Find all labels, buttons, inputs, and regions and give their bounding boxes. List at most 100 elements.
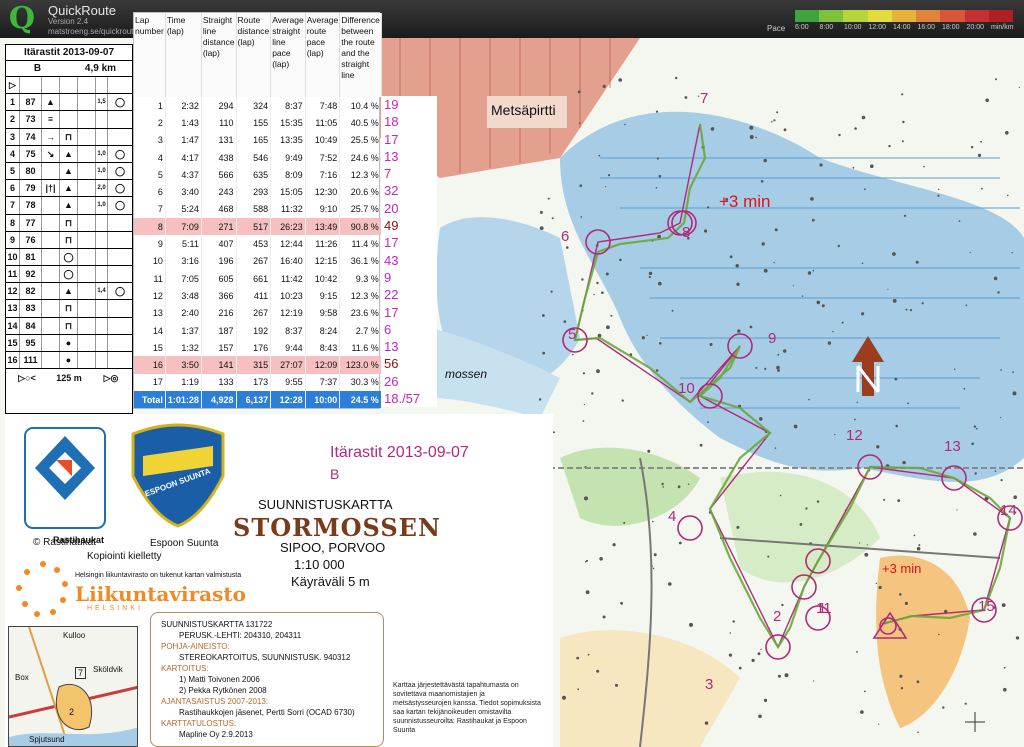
lap-row[interactable]: 16 3:50 141 315 27:07 12:09 123.0 % <box>134 356 382 374</box>
lap-row[interactable]: 12 3:48 366 411 10:23 9:15 12.3 % <box>134 287 382 305</box>
lap-total-diff: 24.5 % <box>339 391 382 409</box>
lap-cell-sl-pace: 15:05 <box>270 183 306 201</box>
lap-cell-time: 1:37 <box>165 321 202 340</box>
card-cell: ▲ <box>42 94 60 111</box>
card-cell <box>96 352 108 369</box>
lap-column-header[interactable]: Difference between the route and the str… <box>339 13 382 97</box>
app-url[interactable]: matstroeng.se/quickroute <box>48 27 138 36</box>
lap-total-r-pace: 10:00 <box>305 391 341 409</box>
lap-row[interactable]: 13 2:40 216 267 12:19 9:58 23.6 % <box>134 304 382 322</box>
lap-row[interactable]: 7 5:24 468 588 11:32 9:10 25.7 % <box>134 200 382 219</box>
lap-total-row[interactable]: Total 1:01:28 4,928 6,137 12:28 10:00 24.5 % <box>134 391 382 409</box>
lap-column-header[interactable]: Average straight line pace (lap) <box>270 13 306 97</box>
credit-line: AJANTASAISTUS 2007-2013: <box>161 697 269 706</box>
lap-row[interactable]: 8 7:09 271 517 26:23 13:49 90.8 % <box>134 218 382 236</box>
card-cell: 75 <box>20 145 42 162</box>
card-control-row: 7 78 ▲ 1,0 ◯ <box>6 197 132 215</box>
card-cell: ◯ <box>114 183 126 194</box>
card-cell <box>78 94 96 111</box>
card-control-row: 16 111 ● <box>6 352 132 370</box>
card-cell <box>108 215 132 231</box>
lap-row[interactable]: 4 4:17 438 546 9:49 7:52 24.6 % <box>134 148 382 167</box>
lap-cell-sl-pace: 9:44 <box>270 339 306 357</box>
card-cell: 13 <box>6 300 20 317</box>
card-cell <box>78 248 96 266</box>
lap-cell-route: 173 <box>236 373 272 392</box>
card-cell: 14 <box>6 317 20 334</box>
card-cell: 81 <box>20 248 42 266</box>
lap-column-header[interactable]: Lap number <box>134 13 166 97</box>
card-cell <box>78 145 96 162</box>
lap-placement: 43 <box>384 252 399 268</box>
lap-row[interactable]: 14 1:37 187 192 8:37 8:24 2.7 % <box>134 321 382 340</box>
inset-label-box: Box <box>15 673 29 682</box>
lap-cell-sl-pace: 8:09 <box>270 166 306 184</box>
lap-column-header[interactable]: Time (lap) <box>165 13 202 97</box>
card-control-row: 3 74 → ⊓ <box>6 128 132 146</box>
card-cell: 6 <box>6 180 20 197</box>
lap-placement: 20 <box>384 200 399 216</box>
lap-cell-straight: 566 <box>201 166 237 184</box>
card-cell: ◯ <box>114 286 126 297</box>
app-version: Version 2.4 <box>48 17 89 26</box>
card-cell: 1 <box>6 94 20 111</box>
credit-line: KARTOITUS: <box>161 664 209 673</box>
card-control-row: 9 76 ⊓ <box>6 231 132 249</box>
card-cell <box>42 352 60 369</box>
lap-cell-straight: 438 <box>201 148 237 167</box>
card-cell: 16 <box>6 352 20 369</box>
lap-cell-straight: 243 <box>201 183 237 201</box>
inset-label-skoldvik: Sköldvik <box>93 665 123 674</box>
lap-placement: 9 <box>384 269 392 285</box>
lap-cell-time: 1:47 <box>165 131 202 149</box>
card-cell <box>78 128 96 145</box>
pace-color-swatch <box>819 10 844 22</box>
lap-cell-route: 661 <box>236 269 272 288</box>
app-name: QuickRoute <box>48 3 116 18</box>
lap-row[interactable]: 10 3:16 196 267 16:40 12:15 36.1 % <box>134 252 382 270</box>
pace-color-swatch <box>795 10 820 22</box>
control-number: 12 <box>846 427 863 444</box>
lap-cell-route: 192 <box>236 321 272 340</box>
card-cell <box>78 266 96 283</box>
lap-row[interactable]: 1 2:32 294 324 8:37 7:48 10.4 % <box>134 97 382 115</box>
card-cell: ● <box>60 334 78 351</box>
lap-column-header[interactable]: Average route pace (lap) <box>305 13 341 97</box>
lap-row[interactable]: 17 1:19 133 173 9:55 7:37 30.3 % <box>134 373 382 392</box>
card-control-row: 10 81 ◯ <box>6 248 132 267</box>
card-cell <box>96 317 108 334</box>
card-cell <box>78 283 96 300</box>
inset-label-spjutsund: Spjutsund <box>29 735 65 744</box>
lap-row[interactable]: 6 3:40 243 293 15:05 12:30 20.6 % <box>134 183 382 201</box>
lap-cell-straight: 157 <box>201 339 237 357</box>
lap-column-header[interactable]: Route distance (lap) <box>236 13 272 97</box>
lap-column-header[interactable]: Straight line distance (lap) <box>201 13 237 97</box>
lap-row[interactable]: 2 1:43 110 155 15:35 11:05 40.5 % <box>134 114 382 132</box>
lap-row[interactable]: 11 7:05 605 661 11:42 10:42 9.3 % <box>134 269 382 288</box>
card-cell: ● <box>60 352 78 369</box>
card-cell: 1,0 <box>96 145 108 162</box>
lap-row[interactable]: 9 5:11 407 453 12:44 11:26 11.4 % <box>134 235 382 253</box>
lap-placement: 22 <box>384 287 399 303</box>
card-cell: 10 <box>6 248 20 266</box>
lap-placement: 19 <box>384 97 399 112</box>
card-cell: 8 <box>6 214 20 231</box>
lap-row[interactable]: 3 1:47 131 165 13:35 10:49 25.5 % <box>134 131 382 149</box>
lap-row[interactable]: 15 1:32 157 176 9:44 8:43 11.6 % <box>134 339 382 357</box>
lap-cell-straight: 196 <box>201 252 237 270</box>
lap-statistics-table[interactable]: Lap number Time (lap) Straight line distan… <box>133 12 382 410</box>
lap-cell-sl-pace: 13:35 <box>270 131 306 149</box>
quickroute-logo-icon: Q <box>8 1 36 36</box>
lap-cell-lap: 10 <box>134 252 166 270</box>
card-cell: ▲ <box>60 180 78 197</box>
pace-tick-label: 20:00 <box>966 24 985 31</box>
lap-cell-r-pace: 12:15 <box>305 252 341 270</box>
control-number: 10 <box>678 380 695 397</box>
control-number: 8 <box>682 224 691 241</box>
lap-cell-lap: 14 <box>134 321 166 340</box>
lap-cell-diff: 20.6 % <box>339 183 382 201</box>
place-label-stormossen: mossen <box>445 367 488 381</box>
finish-distance: 125 m <box>56 373 82 384</box>
lap-row[interactable]: 5 4:37 566 635 8:09 7:16 12.3 % <box>134 166 382 184</box>
control-number: 7 <box>700 90 709 107</box>
